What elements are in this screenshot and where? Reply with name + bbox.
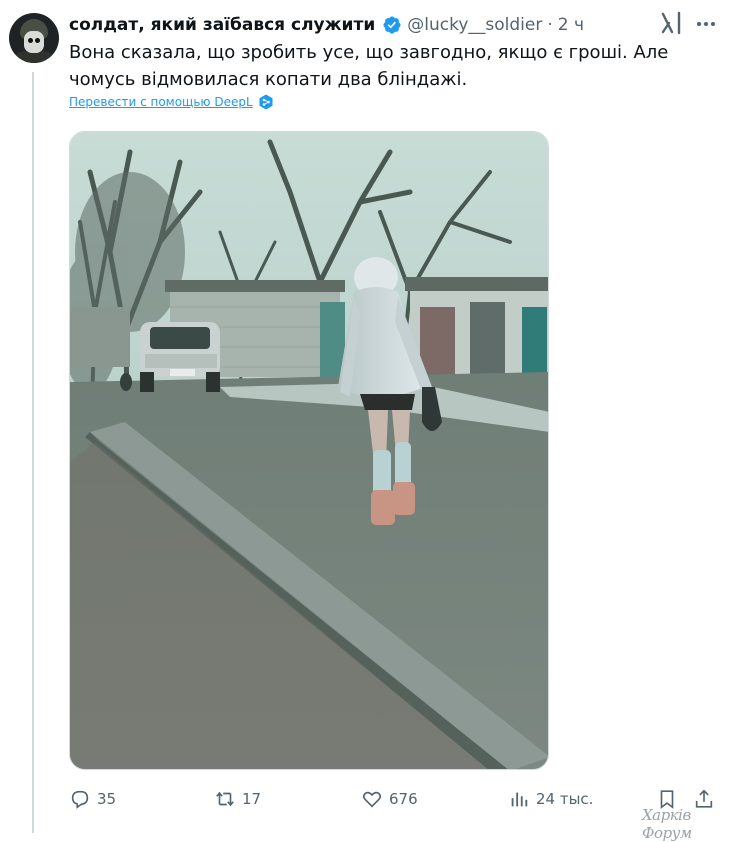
avatar[interactable] — [9, 13, 59, 63]
like-count: 676 — [389, 790, 418, 808]
grok-icon[interactable] — [659, 10, 685, 36]
views-count: 24 тыс. — [536, 790, 594, 808]
reply-button[interactable]: 35 — [69, 784, 116, 814]
verified-badge-icon[interactable] — [382, 15, 402, 35]
like-button[interactable]: 676 — [361, 784, 418, 814]
display-name[interactable]: солдат, який заїбався служити — [69, 15, 375, 35]
tweet-text: Вона сказала, що зробить усе, що завгодн… — [69, 42, 669, 90]
tweet-header: солдат, який заїбався служити @lucky__so… — [69, 12, 629, 38]
handle[interactable]: @lucky__soldier — [407, 15, 542, 35]
like-icon — [362, 791, 382, 808]
timestamp[interactable]: 2 ч — [558, 15, 584, 35]
photo-scene — [70, 132, 548, 769]
action-bar: 35 17 676 24 тыс. — [69, 784, 717, 814]
repost-count: 17 — [242, 790, 262, 808]
watermark: Харків Форум — [642, 806, 692, 842]
reply-count: 35 — [97, 790, 117, 808]
reply-icon — [71, 790, 89, 809]
views-icon — [511, 792, 528, 807]
repost-button[interactable]: 17 — [214, 784, 261, 814]
separator-dot: · — [547, 15, 553, 35]
more-icon[interactable] — [694, 12, 718, 36]
thread-line — [32, 72, 34, 833]
repost-icon — [216, 791, 234, 807]
translate-label[interactable]: Перевести с помощью DeepL — [69, 95, 253, 109]
translate-link[interactable]: Перевести с помощью DeepL — [69, 94, 274, 110]
tweet-photo[interactable] — [69, 131, 549, 770]
deepl-icon — [259, 94, 273, 110]
views-button[interactable]: 24 тыс. — [508, 784, 593, 814]
